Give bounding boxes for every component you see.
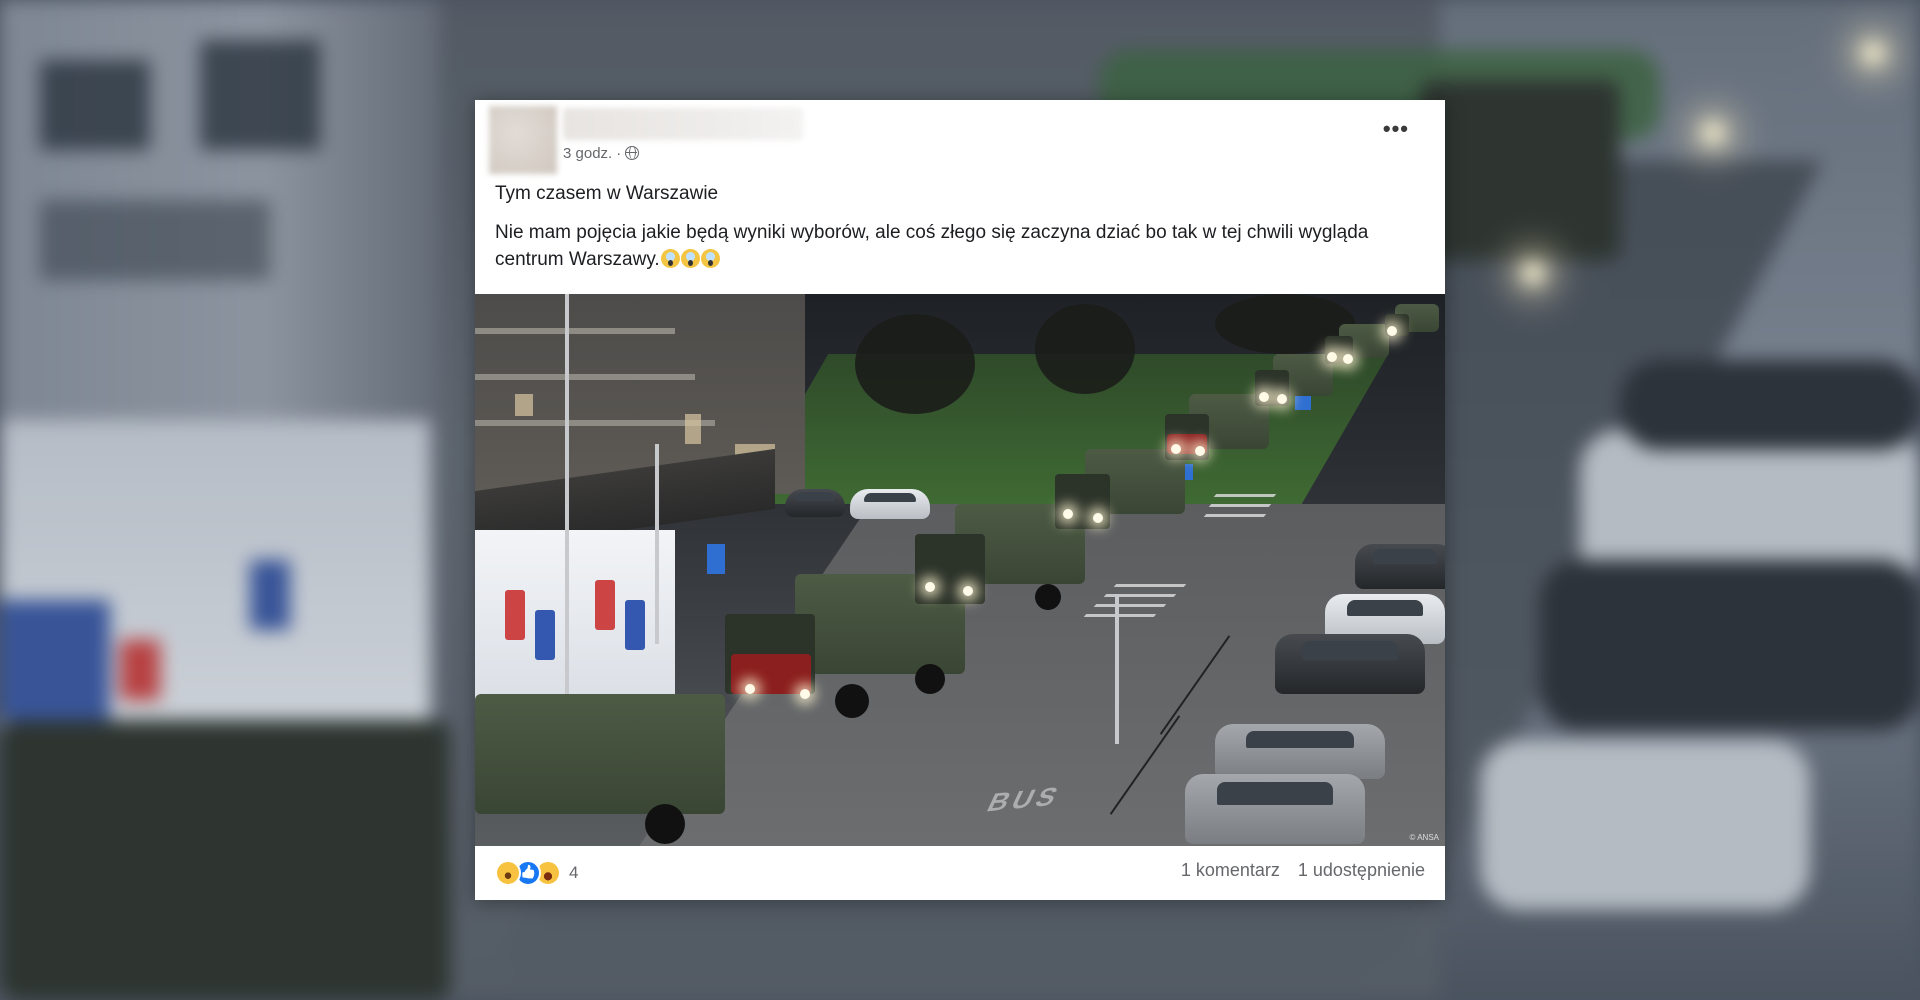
reaction-count[interactable]: 4 [569,863,578,883]
post-text-body: Nie mam pojęcia jakie będą wyniki wyboró… [495,222,1369,270]
meta-separator: · [616,144,622,162]
parked-car [1185,774,1365,844]
reactions-summary[interactable]: 4 [495,860,578,886]
comments-count[interactable]: 1 komentarz [1181,860,1280,881]
post-text-line-1: Tym czasem w Warszawie [495,183,719,204]
post-photo[interactable]: BUS © ANSA [475,294,1445,846]
post-time[interactable]: 3 godz. [563,145,612,162]
post-header: 3 godz. · ••• [475,100,1445,176]
post-text: Tym czasem w Warszawie Nie mam pojęcia j… [495,180,1425,273]
scared-emoji [680,249,700,268]
author-name-redacted[interactable] [563,108,803,140]
parked-car [1355,544,1445,589]
info-sign [707,544,725,574]
scared-emoji [660,249,680,268]
globe-icon [625,146,640,160]
post-meta: 3 godz. · [563,144,640,162]
shares-count[interactable]: 1 udostępnienie [1298,860,1425,881]
post-text-line-2: Nie mam pojęcia jakie będą wyniki wyboró… [495,219,1425,273]
parked-car [850,489,930,519]
avatar[interactable] [489,106,557,174]
parked-car [785,489,845,517]
scared-emoji [700,249,720,268]
wow-reaction-icon [495,860,521,886]
photo-credit: © ANSA [1409,833,1439,842]
more-options-icon[interactable]: ••• [1383,118,1409,140]
crosswalk-sign [1295,394,1311,410]
parked-car [1275,634,1425,694]
parked-car [1215,724,1385,779]
post-footer: 4 1 komentarz 1 udostępnienie [475,846,1445,900]
facebook-post: 3 godz. · ••• Tym czasem w Warszawie Nie… [475,100,1445,900]
engagement-counts: 1 komentarz 1 udostępnienie [1181,860,1425,881]
